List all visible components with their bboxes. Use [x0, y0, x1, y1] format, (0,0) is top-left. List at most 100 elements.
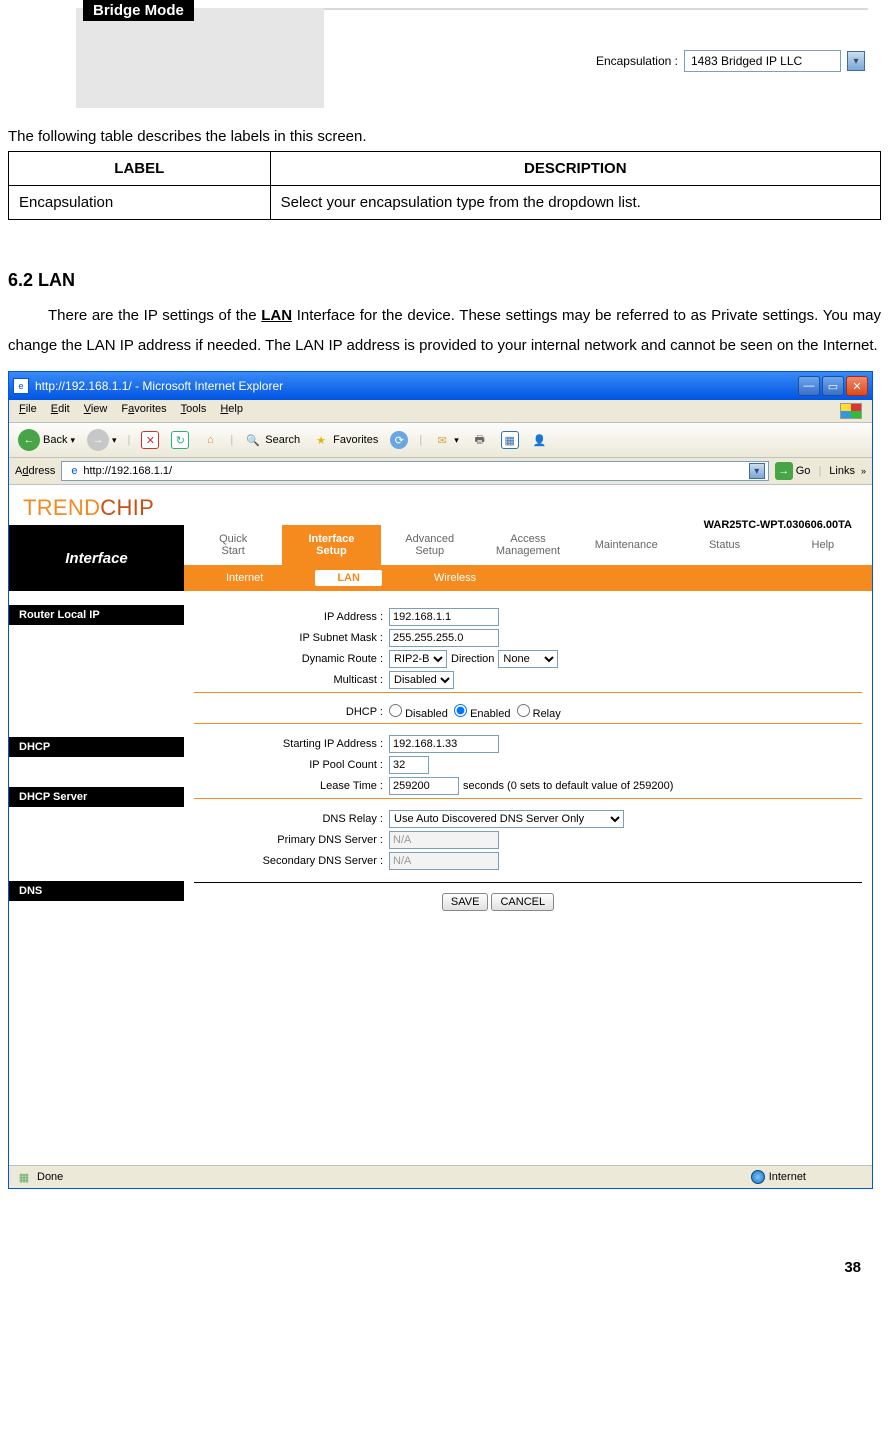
encapsulation-value: 1483 Bridged IP LLC	[685, 54, 840, 68]
para-pre: There are the IP settings of the	[48, 307, 261, 324]
router-page: TRENDCHIP WAR25TC-WPT.030606.00TA Interf…	[9, 485, 872, 1165]
maximize-button[interactable]: ▭	[822, 376, 844, 396]
menu-help[interactable]: Help	[220, 403, 243, 419]
addr-dropdown-icon[interactable]	[749, 463, 765, 479]
nav-title: Interface	[9, 525, 184, 591]
cancel-button[interactable]: CANCEL	[491, 893, 554, 911]
back-button[interactable]: ←Back	[15, 427, 78, 453]
para-lan-bold: LAN	[261, 307, 292, 324]
links-label[interactable]: Links	[829, 465, 855, 477]
forward-button[interactable]: →	[84, 427, 120, 453]
firmware-version: WAR25TC-WPT.030606.00TA	[704, 519, 852, 531]
main-tabs: QuickStart InterfaceSetup AdvancedSetup …	[184, 525, 872, 565]
tab-help[interactable]: Help	[774, 525, 872, 565]
ie-titlebar: e http://192.168.1.1/ - Microsoft Intern…	[9, 372, 872, 400]
close-button[interactable]: ✕	[846, 376, 868, 396]
encapsulation-row: Encapsulation : 1483 Bridged IP LLC	[596, 50, 865, 72]
dynr-label: Dynamic Route :	[194, 653, 389, 665]
subtab-internet[interactable]: Internet	[204, 570, 285, 586]
pdns-input	[389, 831, 499, 849]
pool-input[interactable]	[389, 756, 429, 774]
subtab-lan[interactable]: LAN	[315, 570, 382, 586]
mcast-label: Multicast :	[194, 674, 389, 686]
dir-select[interactable]: None	[498, 650, 558, 668]
tab-advanced-setup[interactable]: AdvancedSetup	[381, 525, 479, 565]
sdns-label: Secondary DNS Server :	[194, 855, 389, 867]
search-label: Search	[265, 434, 300, 446]
page-number: 38	[8, 1249, 881, 1286]
sidebar-dns: DNS	[9, 881, 184, 901]
ip-label: IP Address :	[194, 611, 389, 623]
menu-view[interactable]: View	[84, 403, 108, 419]
tab-quick-start[interactable]: QuickStart	[184, 525, 282, 565]
globe-icon	[751, 1170, 765, 1184]
table-header-label: LABEL	[9, 152, 271, 186]
table-row-description: Select your encapsulation type from the …	[270, 186, 880, 220]
bridge-mode-block: Bridge Mode Encapsulation : 1483 Bridged…	[8, 8, 881, 108]
menu-tools[interactable]: Tools	[181, 403, 207, 419]
encapsulation-select[interactable]: 1483 Bridged IP LLC	[684, 50, 841, 72]
history-button[interactable]: ⟳	[387, 429, 411, 451]
startip-input[interactable]	[389, 735, 499, 753]
lease-input[interactable]	[389, 777, 459, 795]
menu-favorites[interactable]: Favorites	[121, 403, 166, 419]
window-title: http://192.168.1.1/ - Microsoft Internet…	[35, 379, 283, 393]
dhcp-enabled-radio[interactable]: Enabled	[454, 704, 510, 720]
home-button[interactable]: ⌂	[198, 429, 222, 451]
edit-button[interactable]: ▦	[498, 429, 522, 451]
dhcp-disabled-radio[interactable]: Disabled	[389, 704, 448, 720]
url-input[interactable]	[83, 465, 748, 477]
form-area: Router Local IP DHCP DHCP Server DNS IP …	[9, 591, 872, 923]
bridge-mode-title: Bridge Mode	[83, 0, 194, 21]
ie-logo-icon: e	[13, 378, 29, 394]
save-button[interactable]: SAVE	[442, 893, 489, 911]
messenger-button[interactable]: 👤	[528, 429, 552, 451]
address-field[interactable]: e	[61, 461, 768, 481]
dynr-select[interactable]: RIP2-B	[389, 650, 447, 668]
print-button[interactable]: 🖶	[468, 429, 492, 451]
pool-label: IP Pool Count :	[194, 759, 389, 771]
pdns-label: Primary DNS Server :	[194, 834, 389, 846]
status-text: Done	[33, 1171, 63, 1183]
menu-edit[interactable]: Edit	[51, 403, 70, 419]
tab-status[interactable]: Status	[675, 525, 773, 565]
subtab-wireless[interactable]: Wireless	[412, 570, 498, 586]
tab-maintenance[interactable]: Maintenance	[577, 525, 675, 565]
menu-file[interactable]: File	[19, 403, 37, 419]
sidebar-router-local-ip: Router Local IP	[9, 605, 184, 625]
brand1: TREND	[23, 495, 100, 520]
fav-label: Favorites	[333, 434, 378, 446]
tab-interface-setup[interactable]: InterfaceSetup	[282, 525, 380, 565]
dnsrelay-select[interactable]: Use Auto Discovered DNS Server Only	[389, 810, 624, 828]
mail-button[interactable]: ✉	[430, 429, 462, 451]
tab-access-management[interactable]: AccessManagement	[479, 525, 577, 565]
ip-input[interactable]	[389, 608, 499, 626]
search-button[interactable]: 🔍Search	[241, 429, 303, 451]
intro-text: The following table describes the labels…	[8, 128, 881, 145]
minimize-button[interactable]: —	[798, 376, 820, 396]
favorites-button[interactable]: ★Favorites	[309, 429, 381, 451]
table-row-label: Encapsulation	[9, 186, 271, 220]
dropdown-icon[interactable]	[847, 51, 865, 71]
zone-text: Internet	[769, 1171, 806, 1183]
encapsulation-label: Encapsulation :	[596, 54, 678, 68]
sidebar-dhcp: DHCP	[9, 737, 184, 757]
menubar: File Edit View Favorites Tools Help	[9, 400, 872, 423]
address-label: Address	[15, 465, 55, 477]
dhcp-label: DHCP :	[194, 706, 389, 718]
stop-button[interactable]: ✕	[138, 429, 162, 451]
go-button[interactable]: →Go	[775, 462, 811, 480]
back-label: Back	[43, 434, 67, 446]
lease-label: Lease Time :	[194, 780, 389, 792]
refresh-button[interactable]: ↻	[168, 429, 192, 451]
mcast-select[interactable]: Disabled	[389, 671, 454, 689]
go-label: Go	[796, 465, 811, 477]
form-fields: IP Address : IP Subnet Mask : Dynamic Ro…	[184, 591, 872, 923]
address-bar: Address e →Go | Links »	[9, 458, 872, 485]
top-nav: Interface QuickStart InterfaceSetup Adva…	[9, 525, 872, 591]
form-sidebar: Router Local IP DHCP DHCP Server DNS	[9, 591, 184, 923]
dnsrelay-label: DNS Relay :	[194, 813, 389, 825]
lease-note: seconds (0 sets to default value of 2592…	[459, 780, 673, 792]
mask-input[interactable]	[389, 629, 499, 647]
dhcp-relay-radio[interactable]: Relay	[517, 704, 561, 720]
